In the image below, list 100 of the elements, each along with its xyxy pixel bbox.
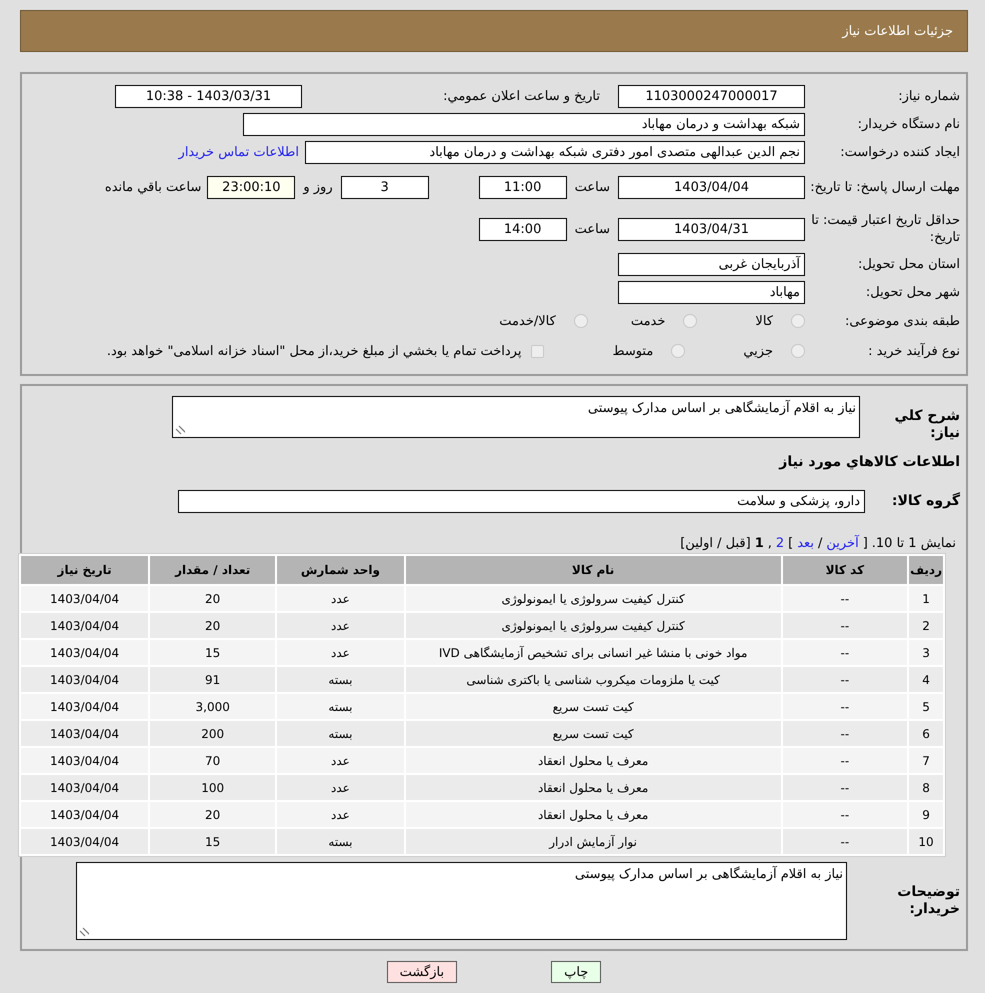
- deadline-date-field: 1403/04/04: [618, 176, 805, 198]
- table-cell: 1403/04/04: [21, 775, 148, 800]
- pager-link[interactable]: 2: [776, 536, 784, 551]
- radio-button[interactable]: [574, 314, 588, 328]
- back-button[interactable]: بازگشت: [386, 961, 458, 983]
- treasury-checkbox[interactable]: [531, 344, 544, 358]
- table-cell: --: [782, 613, 908, 638]
- pager-text: [: [862, 536, 868, 551]
- radio-button[interactable]: [683, 314, 698, 328]
- column-header: تاریخ نیاز: [21, 556, 148, 584]
- table-cell: 6: [909, 721, 943, 746]
- table-cell: --: [782, 640, 908, 665]
- table-cell: بسته: [277, 829, 404, 854]
- page-title: جزئیات اطلاعات نیاز: [842, 24, 953, 38]
- field-label: نوع فرآیند خرید :: [867, 342, 960, 360]
- table-cell: --: [782, 829, 908, 854]
- radio-label: کالا/خدمت: [499, 314, 556, 328]
- radio-button[interactable]: [791, 344, 805, 358]
- table-cell: مواد خونی با منشا غیر انسانی برای تشخیص آزمایشگاهی IVD: [406, 640, 781, 665]
- table-cell: 1403/04/04: [21, 748, 148, 773]
- deadline-time-field: 11:00: [478, 176, 567, 198]
- table-cell: 91: [150, 667, 276, 692]
- radio-button[interactable]: [671, 344, 686, 358]
- table-cell: 3,000: [150, 694, 276, 719]
- pager-link[interactable]: بعد: [797, 536, 814, 551]
- table-cell: 20: [150, 586, 276, 611]
- pager-text: ,: [768, 536, 772, 551]
- table-cell: بسته: [277, 667, 404, 692]
- table-cell: بسته: [277, 721, 404, 746]
- field-label: تاريخ و ساعت اعلان عمومي:: [442, 88, 601, 104]
- table-cell: 5: [909, 694, 943, 719]
- days-field: 3: [340, 176, 429, 198]
- table-cell: 15: [150, 829, 276, 854]
- table-cell: 1: [909, 586, 943, 611]
- buyer-field: شبکه بهداشت و درمان مهاباد: [243, 112, 805, 136]
- announce-date-field: 1403/03/31 - 10:38: [115, 84, 302, 108]
- buyer-contact-link[interactable]: اطلاعات تماس خريدار: [178, 144, 299, 160]
- goods-group-field: دارو، پزشکی و سلامت: [178, 490, 865, 512]
- creator-field: نجم الدین عبدالهی متصدی امور دفتری شبکه بهداشت و درمان مهاباد: [305, 140, 805, 164]
- buyer-notes-field: نیاز به اقلام آزمایشگاهی بر اساس مدارک پیوستی: [76, 862, 847, 940]
- validity-date-field: 1403/04/31: [618, 218, 805, 240]
- validity-time-field: 14:00: [478, 218, 567, 240]
- table-cell: 20: [150, 613, 276, 638]
- need-number-field: 1103000247000017: [618, 84, 805, 108]
- table-cell: 9: [909, 802, 943, 827]
- table-cell: معرف یا محلول انعقاد: [406, 775, 781, 800]
- days-label: روز و: [303, 180, 333, 194]
- table-cell: بسته: [277, 694, 404, 719]
- pager-text: /: [818, 536, 822, 551]
- column-header: واحد شمارش: [277, 556, 404, 584]
- table-cell: --: [782, 721, 908, 746]
- pager-text: [قبل / اولین]: [680, 536, 751, 551]
- table-cell: عدد: [277, 775, 404, 800]
- table-cell: --: [782, 586, 908, 611]
- column-header: ردیف: [909, 556, 943, 584]
- table-cell: معرف یا محلول انعقاد: [406, 748, 781, 773]
- table-cell: کنترل کیفیت سرولوژی یا ایمونولوژی: [406, 613, 781, 638]
- table-cell: --: [782, 748, 908, 773]
- resize-grip-icon: [79, 927, 89, 937]
- time-label: ساعت: [574, 180, 610, 194]
- current-page: 1: [754, 536, 764, 551]
- resize-grip-icon: [175, 425, 185, 435]
- time-label: ساعت: [574, 222, 610, 236]
- field-label: شرح كلي نياز:: [894, 407, 960, 442]
- table-cell: 8: [909, 775, 943, 800]
- table-cell: معرف یا محلول انعقاد: [406, 802, 781, 827]
- table-cell: 70: [150, 748, 276, 773]
- table-cell: 1403/04/04: [21, 829, 148, 854]
- table-cell: --: [782, 667, 908, 692]
- table-cell: --: [782, 775, 908, 800]
- pager-link[interactable]: آخرین: [826, 536, 859, 551]
- radio-button[interactable]: [791, 314, 805, 328]
- table-cell: کیت تست سریع: [406, 694, 781, 719]
- table-cell: --: [782, 694, 908, 719]
- field-label: ايجاد کننده درخواست:: [839, 144, 960, 160]
- table-cell: نوار آزمایش ادرار: [406, 829, 781, 854]
- treasury-note: پرداخت تمام يا بخشي از مبلغ خريد،از محل "اسناد خزانه اسلامی" خواهد بود.: [106, 344, 522, 358]
- field-label: استان محل تحویل:: [857, 256, 960, 272]
- table-cell: 2: [909, 613, 943, 638]
- print-button[interactable]: چاپ: [551, 961, 602, 983]
- field-label: مهلت ارسال پاسخ: تا تاریخ:: [809, 178, 960, 196]
- table-cell: 1403/04/04: [21, 586, 148, 611]
- field-label: شهر محل تحویل:: [864, 284, 960, 300]
- table-cell: عدد: [277, 640, 404, 665]
- table-cell: 1403/04/04: [21, 640, 148, 665]
- table-cell: 20: [150, 802, 276, 827]
- table-cell: 100: [150, 775, 276, 800]
- table-cell: عدد: [277, 613, 404, 638]
- remaining-label: ساعت باقي مانده: [104, 180, 202, 194]
- table-cell: 1403/04/04: [21, 667, 148, 692]
- radio-label: خدمت: [630, 314, 666, 328]
- table-cell: 10: [909, 829, 943, 854]
- column-header: کد کالا: [782, 556, 908, 584]
- field-label: توضیحات خریدار:: [896, 884, 960, 918]
- description-field: نیاز به اقلام آزمایشگاهی بر اساس مدارک پیوستی: [172, 396, 860, 438]
- table-cell: کیت تست سریع: [406, 721, 781, 746]
- table-cell: کیت یا ملزومات میکروب شناسی یا باکتری شناسی: [406, 667, 781, 692]
- pager-text: نمایش 1 تا 10.: [872, 536, 956, 551]
- field-label: شماره نیاز:: [897, 88, 960, 104]
- field-label: گروه کالا:: [890, 492, 960, 510]
